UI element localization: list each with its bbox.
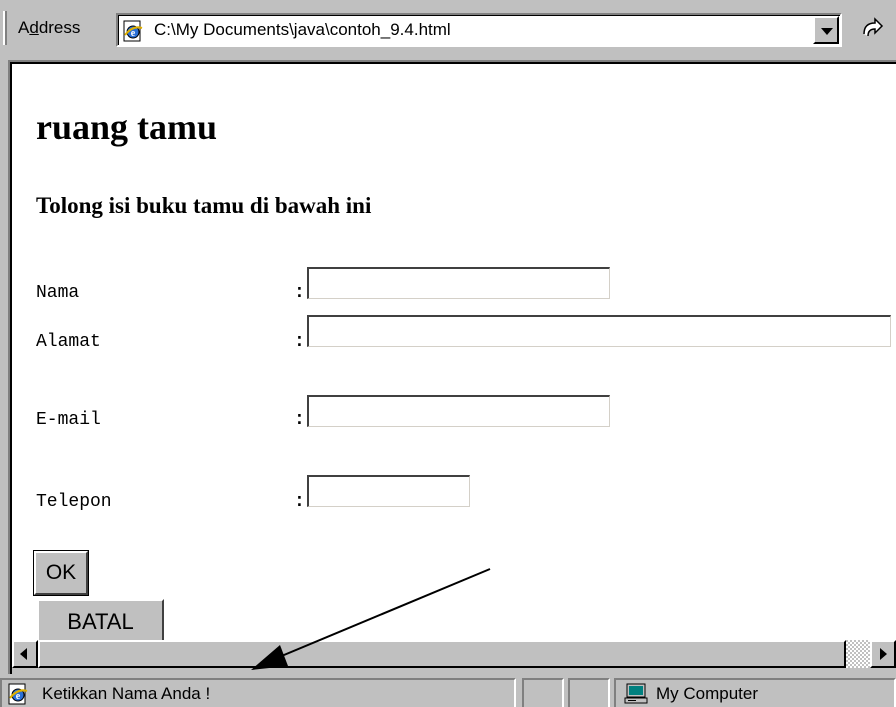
status-bar: e Ketikkan Nama Anda ! My Computer [0, 674, 896, 707]
telepon-input[interactable] [307, 475, 470, 507]
my-computer-icon [624, 683, 648, 704]
email-label: E-mail [36, 410, 101, 430]
ok-button[interactable]: OK [33, 550, 89, 596]
alamat-colon: : [294, 332, 305, 352]
status-message: Ketikkan Nama Anda ! [42, 684, 211, 703]
batal-button[interactable]: BATAL [37, 599, 164, 642]
toolbar-grip[interactable] [3, 11, 7, 45]
status-zone-label: My Computer [656, 684, 759, 703]
address-url: C:\My Documents\java\contoh_9.4.html [154, 20, 451, 39]
status-zone-pane: My Computer [614, 678, 896, 707]
nama-input[interactable] [307, 267, 610, 299]
address-label: Address [18, 18, 81, 37]
scroll-thumb[interactable] [38, 640, 846, 668]
scroll-left-button[interactable] [12, 640, 38, 668]
status-message-pane: e Ketikkan Nama Anda ! [0, 678, 516, 707]
telepon-colon: : [294, 492, 305, 512]
go-arrow-icon[interactable] [858, 16, 888, 44]
alamat-input[interactable] [307, 315, 891, 347]
address-dropdown-button[interactable] [813, 16, 839, 44]
ie-page-icon: e [8, 683, 28, 705]
status-pane [522, 678, 564, 707]
email-colon: : [294, 410, 305, 430]
alamat-label: Alamat [36, 332, 101, 352]
email-input[interactable] [307, 395, 610, 427]
document-area: ruang tamu Tolong isi buku tamu di bawah… [12, 64, 896, 642]
page-subtitle: Tolong isi buku tamu di bawah ini [36, 193, 372, 218]
nama-colon: : [294, 283, 305, 303]
page-title: ruang tamu [36, 107, 218, 147]
status-pane [568, 678, 610, 707]
address-bar: Address e C:\My Documents\java\contoh_9.… [0, 0, 896, 56]
telepon-label: Telepon [36, 492, 112, 512]
ie-page-icon: e [123, 20, 143, 42]
horizontal-scrollbar[interactable] [12, 640, 896, 668]
scroll-right-button[interactable] [870, 640, 896, 668]
nama-label: Nama [36, 283, 80, 303]
scroll-track[interactable] [846, 640, 870, 668]
address-input[interactable]: e C:\My Documents\java\contoh_9.4.html [116, 13, 842, 47]
